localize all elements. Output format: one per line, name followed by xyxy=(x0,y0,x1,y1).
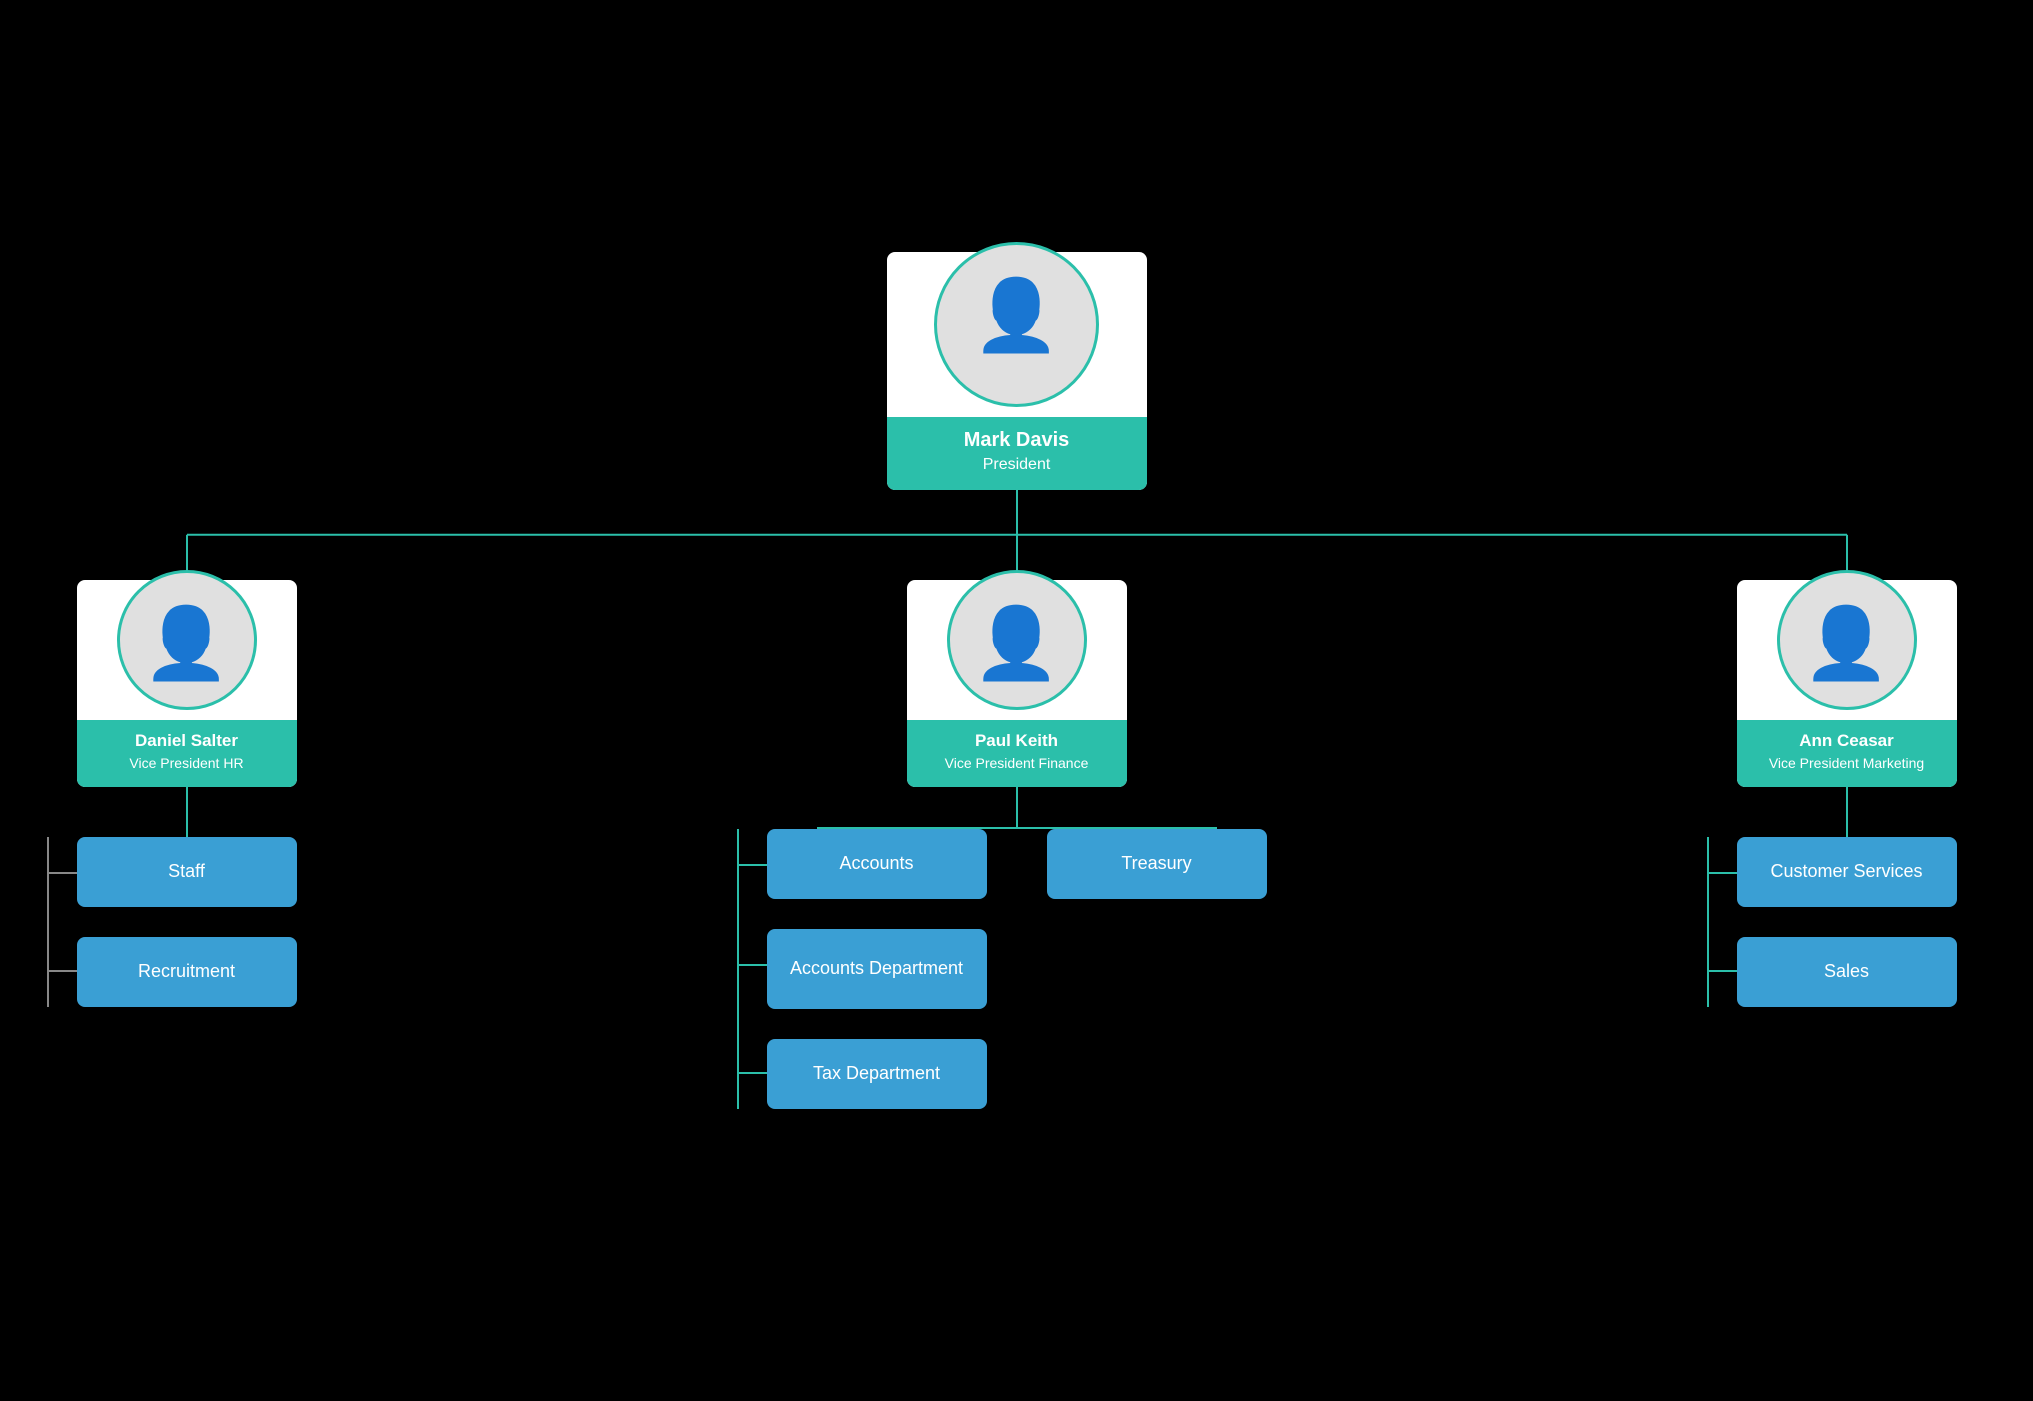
finance-bracket-v xyxy=(737,829,739,1109)
president-row: Mark Davis President xyxy=(17,252,2017,490)
president-name: Mark Davis xyxy=(901,427,1133,453)
president-title: President xyxy=(901,455,1133,476)
finance-right-col: Treasury xyxy=(1047,829,1267,899)
dept-sales: Sales xyxy=(1737,937,1957,1007)
dept-accounts: Accounts xyxy=(767,829,987,899)
vp-finance-avatar xyxy=(947,570,1087,710)
vp-marketing-avatar xyxy=(1777,570,1917,710)
vp-finance-card: Paul Keith Vice President Finance xyxy=(907,580,1127,786)
vp-marketing-card: Ann Ceasar Vice President Marketing xyxy=(1737,580,1957,786)
marketing-cs-h xyxy=(1707,872,1737,874)
finance-tax-h xyxy=(737,1072,767,1074)
hr-children: Staff Recruitment xyxy=(77,837,297,1007)
marketing-branch: Ann Ceasar Vice President Marketing Cust… xyxy=(1737,580,1957,1006)
president-card: Mark Davis President xyxy=(887,252,1147,490)
finance-branch: Paul Keith Vice President Finance xyxy=(767,580,1267,1108)
dept-accounts-dept: Accounts Department xyxy=(767,929,987,1009)
finance-children: Accounts Accounts Department Tax Departm… xyxy=(767,829,1267,1109)
hr-branch: Daniel Salter Vice President HR Staff Re… xyxy=(77,580,297,1006)
dept-customer-services: Customer Services xyxy=(1737,837,1957,907)
vp-hr-title: Vice President HR xyxy=(91,754,283,772)
dept-tax: Tax Department xyxy=(767,1039,987,1109)
hr-bracket-v xyxy=(47,837,49,1007)
vp-finance-name: Paul Keith xyxy=(921,730,1113,752)
vp-row: Daniel Salter Vice President HR Staff Re… xyxy=(17,580,2017,1108)
finance-connector-v xyxy=(1016,787,1018,827)
vp-hr-card-body: Daniel Salter Vice President HR xyxy=(77,720,297,786)
marketing-bracket-v xyxy=(1707,837,1709,1007)
marketing-children: Customer Services Sales xyxy=(1737,837,1957,1007)
dept-treasury: Treasury xyxy=(1047,829,1267,899)
hr-staff-h xyxy=(47,872,77,874)
dept-recruitment: Recruitment xyxy=(77,937,297,1007)
org-chart: Mark Davis President Daniel Salter Vice … xyxy=(17,212,2017,1188)
vp-marketing-title: Vice President Marketing xyxy=(1751,754,1943,772)
vp-finance-card-body: Paul Keith Vice President Finance xyxy=(907,720,1127,786)
vp-hr-avatar xyxy=(117,570,257,710)
vp-finance-title: Vice President Finance xyxy=(921,754,1113,772)
finance-accounts-h xyxy=(737,864,767,866)
president-avatar xyxy=(934,242,1099,407)
finance-left-col: Accounts Accounts Department Tax Departm… xyxy=(767,829,987,1109)
dept-staff: Staff xyxy=(77,837,297,907)
hr-connector-v xyxy=(186,787,188,837)
finance-accdept-h xyxy=(737,964,767,966)
president-card-body: Mark Davis President xyxy=(887,417,1147,490)
vp-hr-name: Daniel Salter xyxy=(91,730,283,752)
vp-marketing-name: Ann Ceasar xyxy=(1751,730,1943,752)
vp-hr-card: Daniel Salter Vice President HR xyxy=(77,580,297,786)
marketing-connector-v xyxy=(1846,787,1848,837)
hr-recruitment-h xyxy=(47,970,77,972)
marketing-sales-h xyxy=(1707,970,1737,972)
vp-marketing-card-body: Ann Ceasar Vice President Marketing xyxy=(1737,720,1957,786)
